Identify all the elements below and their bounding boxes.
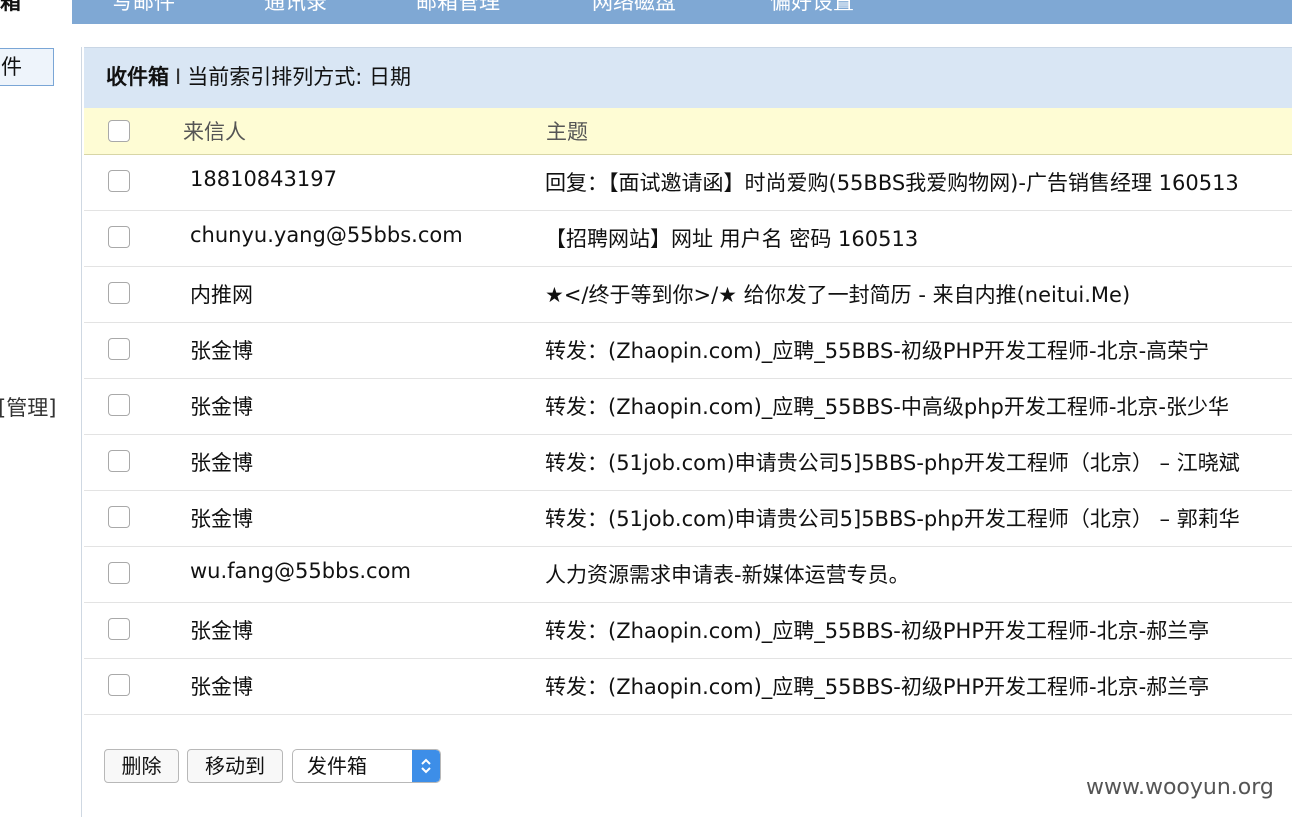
row-checkbox[interactable] [108,618,130,640]
select-arrows-icon [412,750,440,782]
column-header-from: 来信人 [183,120,246,144]
row-checkbox[interactable] [108,170,130,192]
email-list: 18810843197 回复：【面试邀请函】时尚爱购(55BBS我爱购物网)-广… [84,155,1292,715]
email-subject[interactable]: 【招聘网站】网址 用户名 密码 160513 [545,223,918,253]
row-checkbox[interactable] [108,282,130,304]
email-row[interactable]: 张金博 转发：(Zhaopin.com)_应聘_55BBS-初级PHP开发工程师… [84,323,1292,379]
email-subject[interactable]: 转发：(51job.com)申请贵公司5]5BBS-php开发工程师（北京） –… [545,447,1240,477]
sidebar-manage-link[interactable]: [管理] [0,392,56,422]
watermark: www.wooyun.org [1086,775,1274,800]
email-subject[interactable]: 回复：【面试邀请函】时尚爱购(55BBS我爱购物网)-广告销售经理 160513 [545,167,1239,197]
email-sender[interactable]: 张金博 [190,671,253,701]
target-folder-value: 发件箱 [307,754,367,778]
column-header-row: 来信人 主题 [84,108,1292,155]
email-sender[interactable]: 18810843197 [190,167,337,191]
email-sender[interactable]: 张金博 [190,615,253,645]
email-subject[interactable]: 转发：(Zhaopin.com)_应聘_55BBS-中高级php开发工程师-北京… [545,391,1229,421]
email-sender[interactable]: 张金博 [190,391,253,421]
nav-network-disk[interactable]: 网络磁盘 [592,0,676,16]
email-row[interactable]: 内推网 ★</终于等到你>/★ 给你发了一封简历 - 来自内推(neitui.M… [84,267,1292,323]
sidebar-title: 箱 [0,0,21,14]
email-row[interactable]: 张金博 转发：(51job.com)申请贵公司5]5BBS-php开发工程师（北… [84,435,1292,491]
nav-mailbox-management[interactable]: 邮箱管理 [416,0,500,16]
email-subject[interactable]: 转发：(Zhaopin.com)_应聘_55BBS-初级PHP开发工程师-北京-… [545,671,1209,701]
row-checkbox[interactable] [108,226,130,248]
email-row[interactable]: chunyu.yang@55bbs.com 【招聘网站】网址 用户名 密码 16… [84,211,1292,267]
row-checkbox[interactable] [108,450,130,472]
delete-button[interactable]: 删除 [104,749,179,783]
nav-preferences[interactable]: 偏好设置 [770,0,854,16]
email-row[interactable]: 张金博 转发：(51job.com)申请贵公司5]5BBS-php开发工程师（北… [84,491,1292,547]
email-sender[interactable]: wu.fang@55bbs.com [190,559,411,583]
email-subject[interactable]: 人力资源需求申请表-新媒体运营专员。 [545,559,910,589]
column-header-subject: 主题 [546,120,588,144]
folder-header: 收件箱 I 当前索引排列方式: 日期 [84,47,1292,108]
email-row[interactable]: 18810843197 回复：【面试邀请函】时尚爱购(55BBS我爱购物网)-广… [84,155,1292,211]
email-sender[interactable]: 张金博 [190,335,253,365]
row-checkbox[interactable] [108,394,130,416]
email-row[interactable]: 张金博 转发：(Zhaopin.com)_应聘_55BBS-初级PHP开发工程师… [84,603,1292,659]
sort-info: 当前索引排列方式: 日期 [187,65,411,89]
row-checkbox[interactable] [108,674,130,696]
email-row[interactable]: 张金博 转发：(Zhaopin.com)_应聘_55BBS-中高级php开发工程… [84,379,1292,435]
row-checkbox[interactable] [108,506,130,528]
email-subject[interactable]: 转发：(Zhaopin.com)_应聘_55BBS-初级PHP开发工程师-北京-… [545,615,1209,645]
mail-list-panel: 收件箱 I 当前索引排列方式: 日期 来信人 主题 18810843197 回复：【… [81,47,1292,817]
email-sender[interactable]: 内推网 [190,279,253,309]
email-sender[interactable]: 张金博 [190,447,253,477]
email-subject[interactable]: 转发：(Zhaopin.com)_应聘_55BBS-初级PHP开发工程师-北京-… [545,335,1209,365]
email-subject[interactable]: 转发：(51job.com)申请贵公司5]5BBS-php开发工程师（北京） –… [545,503,1240,533]
email-row[interactable]: wu.fang@55bbs.com 人力资源需求申请表-新媒体运营专员。 [84,547,1292,603]
target-folder-select[interactable]: 发件箱 [292,749,441,783]
row-checkbox[interactable] [108,338,130,360]
email-sender[interactable]: 张金博 [190,503,253,533]
top-nav-bar: 写邮件 通讯录 邮箱管理 网络磁盘 偏好设置 [72,0,1292,24]
folder-name: 收件箱 [106,65,169,89]
move-to-button[interactable]: 移动到 [187,749,283,783]
nav-contacts[interactable]: 通讯录 [264,0,327,16]
email-row[interactable]: 张金博 转发：(Zhaopin.com)_应聘_55BBS-初级PHP开发工程师… [84,659,1292,715]
webmail-page: 箱 写邮件 通讯录 邮箱管理 网络磁盘 偏好设置 件 [管理] 收件箱 I 当前索引… [0,0,1292,818]
email-sender[interactable]: chunyu.yang@55bbs.com [190,223,463,247]
nav-compose[interactable]: 写邮件 [112,0,175,16]
email-subject[interactable]: ★</终于等到你>/★ 给你发了一封简历 - 来自内推(neitui.Me) [545,279,1130,309]
row-checkbox[interactable] [108,562,130,584]
header-separator: I [175,65,182,89]
select-all-checkbox[interactable] [108,120,130,142]
sidebar-item-inbox[interactable]: 件 [0,48,54,86]
